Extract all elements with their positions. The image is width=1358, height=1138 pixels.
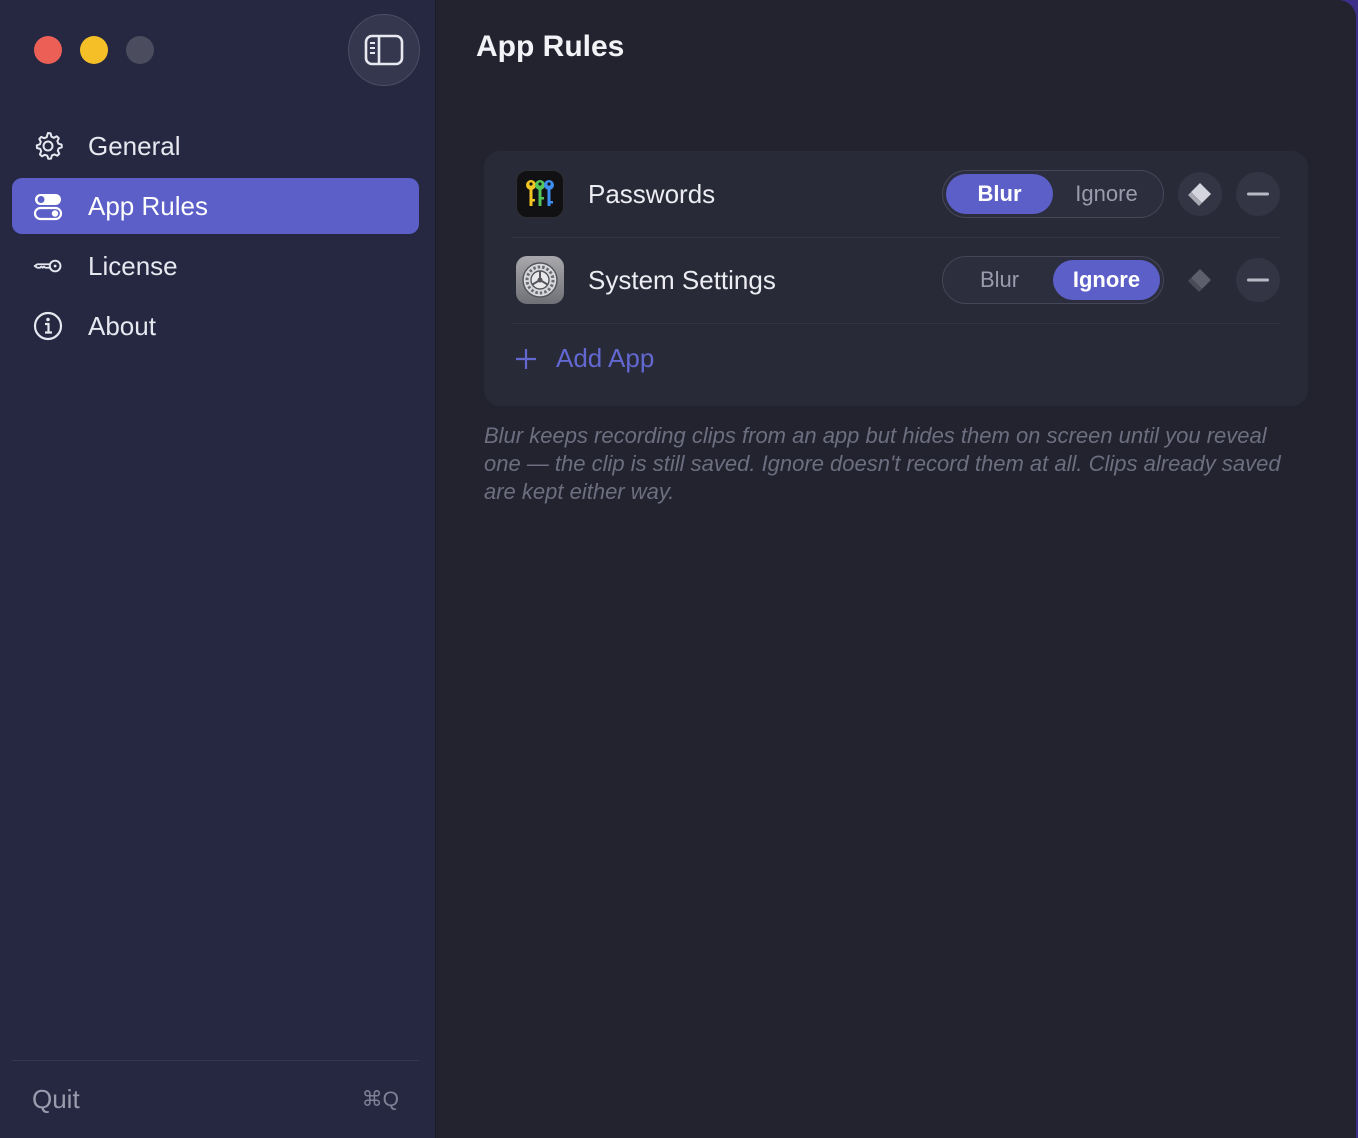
blur-option[interactable]: Blur (946, 260, 1053, 300)
eraser-button[interactable] (1178, 172, 1222, 216)
sidebar: General App Rules License About Quit ⌘Q (0, 0, 436, 1138)
sidebar-item-app-rules[interactable]: App Rules (12, 178, 419, 234)
sidebar-nav: General App Rules License About (12, 118, 419, 358)
divider (12, 1060, 419, 1061)
zoom-button[interactable] (126, 36, 154, 64)
eraser-button[interactable] (1178, 258, 1222, 302)
minus-icon (1247, 192, 1269, 196)
plus-icon (516, 348, 536, 369)
mode-segmented-control[interactable]: Blur Ignore (942, 256, 1164, 304)
add-app-button[interactable]: Add App (514, 343, 654, 374)
eraser-icon (1188, 269, 1211, 292)
ignore-option[interactable]: Ignore (1053, 174, 1160, 214)
gear-icon (32, 130, 64, 162)
help-text: Blur keeps recording clips from an app b… (484, 423, 1281, 504)
close-button[interactable] (34, 36, 62, 64)
sidebar-toggle-button[interactable] (348, 14, 420, 86)
toggles-icon (32, 190, 64, 222)
main-content: App Rules Passwords Blur Ignore System S… (436, 0, 1356, 1138)
app-name: Passwords (588, 178, 716, 209)
sidebar-toggle-icon (364, 34, 404, 66)
ignore-option[interactable]: Ignore (1053, 260, 1160, 300)
blur-option[interactable]: Blur (946, 174, 1053, 214)
quit-button[interactable]: Quit ⌘Q (32, 1084, 399, 1115)
remove-button[interactable] (1236, 258, 1280, 302)
mode-segmented-control[interactable]: Blur Ignore (942, 170, 1164, 218)
sidebar-item-license[interactable]: License (12, 238, 419, 294)
quit-label: Quit (32, 1084, 80, 1114)
traffic-lights (34, 36, 154, 64)
sidebar-item-general[interactable]: General (12, 118, 419, 174)
app-name: System Settings (588, 264, 776, 295)
add-app-label: Add App (556, 343, 655, 373)
info-icon (32, 310, 64, 342)
minus-icon (1247, 278, 1269, 282)
quit-shortcut: ⌘Q (361, 1088, 399, 1111)
passwords-app-icon (516, 170, 564, 218)
minimize-button[interactable] (80, 36, 108, 64)
sidebar-item-label: App Rules (88, 190, 208, 221)
key-icon (32, 250, 64, 282)
sidebar-item-label: About (88, 310, 156, 341)
eraser-icon (1188, 183, 1211, 206)
system-settings-app-icon (516, 256, 564, 304)
app-rule-row: Passwords Blur Ignore (512, 151, 1280, 238)
sidebar-item-label: License (88, 250, 178, 281)
page-title: App Rules (476, 30, 625, 63)
app-rules-card: Passwords Blur Ignore System Settings Bl… (484, 151, 1308, 406)
sidebar-item-about[interactable]: About (12, 298, 419, 354)
settings-window: General App Rules License About Quit ⌘Q … (0, 0, 1356, 1138)
app-rule-row: System Settings Blur Ignore (512, 237, 1280, 324)
sidebar-item-label: General (88, 130, 181, 161)
remove-button[interactable] (1236, 172, 1280, 216)
